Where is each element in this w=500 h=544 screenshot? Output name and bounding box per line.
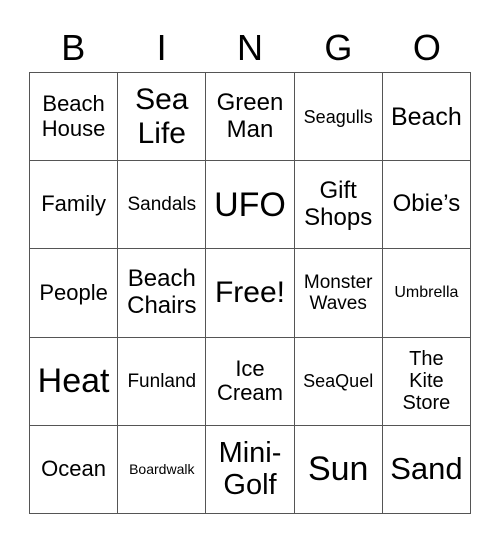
bingo-cell[interactable]: SeaQuel — [294, 337, 383, 426]
header-letter-g: G — [324, 27, 353, 68]
bingo-cell[interactable]: Obie’s — [382, 161, 471, 250]
bingo-cell[interactable]: Funland — [118, 337, 207, 426]
bingo-cell[interactable]: UFO — [206, 161, 295, 250]
bingo-cell[interactable]: Sun — [294, 425, 383, 514]
bingo-grid: Beach House Sea Life Green Man Seagulls Beac… — [29, 72, 471, 514]
bingo-cell[interactable]: Mini- Golf — [206, 425, 295, 514]
bingo-cell[interactable]: Monster Waves — [294, 249, 383, 338]
bingo-cell[interactable]: Ice Cream — [206, 337, 295, 426]
bingo-cell[interactable]: Green Man — [206, 73, 295, 162]
bingo-cell[interactable]: Family — [30, 161, 119, 250]
bingo-cell[interactable]: Beach Chairs — [118, 249, 207, 338]
bingo-cell[interactable]: People — [30, 249, 119, 338]
bingo-cell[interactable]: Gift Shops — [294, 161, 383, 250]
header-letter-b: B — [61, 27, 86, 68]
bingo-cell[interactable]: Boardwalk — [118, 425, 207, 514]
bingo-cell[interactable]: Free! — [206, 249, 295, 338]
bingo-cell[interactable]: Beach — [382, 73, 471, 162]
bingo-cell[interactable]: The Kite Store — [382, 337, 471, 426]
bingo-cell[interactable]: Umbrella — [382, 249, 471, 338]
bingo-cell[interactable]: Heat — [30, 337, 119, 426]
header-letter-n: N — [237, 27, 264, 68]
bingo-cell[interactable]: Beach House — [30, 73, 119, 162]
bingo-cell[interactable]: Sea Life — [118, 73, 207, 162]
bingo-header: B I N G O — [29, 26, 471, 70]
bingo-cell[interactable]: Ocean — [30, 425, 119, 514]
header-letter-o: O — [412, 27, 441, 68]
bingo-cell[interactable]: Sandals — [118, 161, 207, 250]
header-letter-i: I — [156, 27, 167, 68]
bingo-cell[interactable]: Sand — [382, 425, 471, 514]
bingo-cell[interactable]: Seagulls — [294, 73, 383, 162]
